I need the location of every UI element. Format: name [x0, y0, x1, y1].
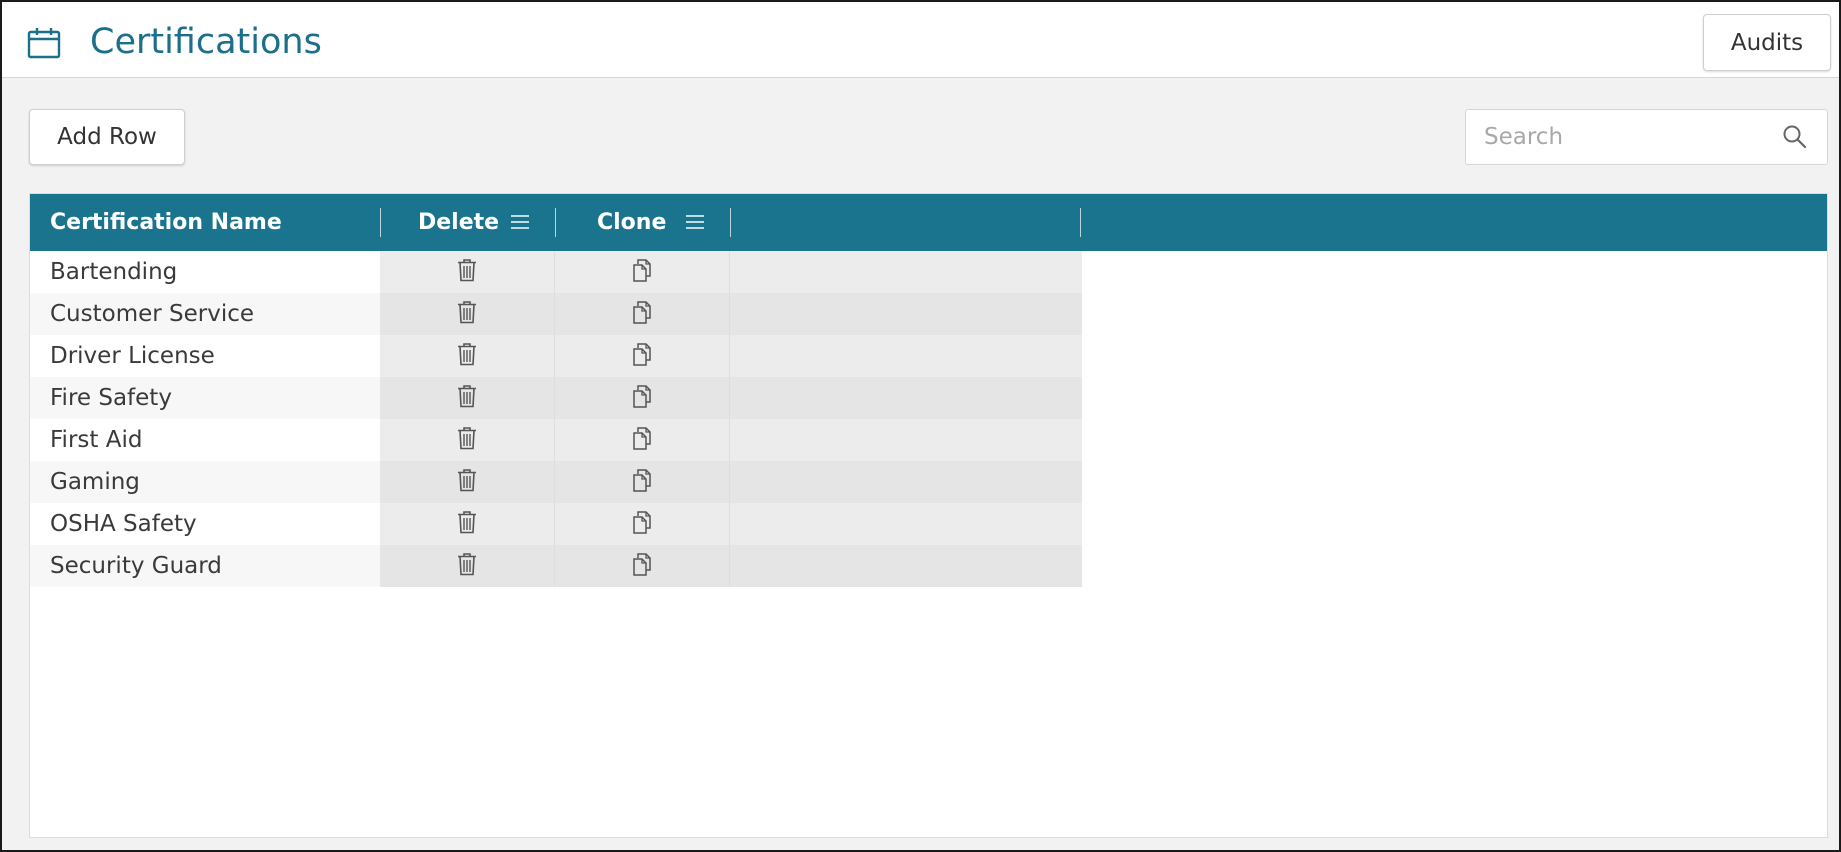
copy-icon[interactable] — [631, 468, 653, 496]
clone-cell — [555, 251, 730, 293]
page-title: Certifications — [90, 22, 322, 62]
certification-name-cell[interactable]: Security Guard — [30, 545, 380, 587]
table-row[interactable]: First Aid — [30, 419, 1082, 461]
column-resize-handle[interactable] — [730, 208, 731, 237]
table-row[interactable]: Bartending — [30, 251, 1082, 293]
search-input[interactable] — [1466, 110, 1776, 164]
grid-header: Certification Name Delete Clone — [30, 194, 1827, 251]
delete-cell — [380, 293, 555, 335]
column-resize-handle[interactable] — [1080, 208, 1081, 237]
trash-icon[interactable] — [456, 468, 478, 496]
copy-icon[interactable] — [631, 510, 653, 538]
trash-icon[interactable] — [456, 300, 478, 328]
certification-name-cell[interactable]: Gaming — [30, 461, 380, 503]
delete-cell — [380, 419, 555, 461]
column-header-clone[interactable]: Clone — [597, 194, 666, 251]
clone-cell — [555, 545, 730, 587]
empty-cell — [730, 503, 1082, 545]
column-resize-handle[interactable] — [380, 208, 381, 237]
column-resize-handle[interactable] — [555, 208, 556, 237]
column-header-certification-name[interactable]: Certification Name — [50, 194, 282, 251]
app-frame: Certifications Audits Add Row Certificat… — [0, 0, 1841, 852]
delete-cell — [380, 335, 555, 377]
copy-icon[interactable] — [631, 342, 653, 370]
certification-name-cell[interactable]: Bartending — [30, 251, 380, 293]
grid-body: Bartending Customer Service Driver Licen… — [30, 251, 1082, 587]
column-menu-icon[interactable] — [510, 214, 530, 230]
table-row[interactable]: Fire Safety — [30, 377, 1082, 419]
clone-cell — [555, 293, 730, 335]
table-row[interactable]: Security Guard — [30, 545, 1082, 587]
delete-cell — [380, 545, 555, 587]
copy-icon[interactable] — [631, 426, 653, 454]
empty-cell — [730, 377, 1082, 419]
copy-icon[interactable] — [631, 384, 653, 412]
delete-cell — [380, 503, 555, 545]
copy-icon[interactable] — [631, 552, 653, 580]
audits-button[interactable]: Audits — [1703, 14, 1831, 71]
empty-cell — [730, 545, 1082, 587]
certifications-grid: Certification Name Delete Clone Bartendi… — [29, 193, 1828, 838]
certification-name-cell[interactable]: Driver License — [30, 335, 380, 377]
add-row-button[interactable]: Add Row — [29, 109, 185, 165]
search-box — [1465, 109, 1828, 165]
column-menu-icon[interactable] — [685, 214, 705, 230]
copy-icon[interactable] — [631, 258, 653, 286]
certification-name-cell[interactable]: Fire Safety — [30, 377, 380, 419]
trash-icon[interactable] — [456, 342, 478, 370]
empty-cell — [730, 461, 1082, 503]
trash-icon[interactable] — [456, 426, 478, 454]
page-header: Certifications Audits — [2, 2, 1839, 78]
delete-cell — [380, 251, 555, 293]
delete-cell — [380, 461, 555, 503]
clone-cell — [555, 377, 730, 419]
trash-icon[interactable] — [456, 258, 478, 286]
clone-cell — [555, 503, 730, 545]
table-row[interactable]: Customer Service — [30, 293, 1082, 335]
clone-cell — [555, 335, 730, 377]
table-row[interactable]: Gaming — [30, 461, 1082, 503]
table-row[interactable]: Driver License — [30, 335, 1082, 377]
empty-cell — [730, 335, 1082, 377]
certification-name-cell[interactable]: OSHA Safety — [30, 503, 380, 545]
certification-name-cell[interactable]: First Aid — [30, 419, 380, 461]
copy-icon[interactable] — [631, 300, 653, 328]
empty-cell — [730, 251, 1082, 293]
search-icon[interactable] — [1782, 124, 1808, 150]
trash-icon[interactable] — [456, 510, 478, 538]
calendar-icon — [27, 27, 61, 59]
trash-icon[interactable] — [456, 384, 478, 412]
clone-cell — [555, 419, 730, 461]
column-header-delete[interactable]: Delete — [418, 194, 499, 251]
empty-cell — [730, 293, 1082, 335]
certification-name-cell[interactable]: Customer Service — [30, 293, 380, 335]
clone-cell — [555, 461, 730, 503]
empty-cell — [730, 419, 1082, 461]
trash-icon[interactable] — [456, 552, 478, 580]
delete-cell — [380, 377, 555, 419]
table-row[interactable]: OSHA Safety — [30, 503, 1082, 545]
